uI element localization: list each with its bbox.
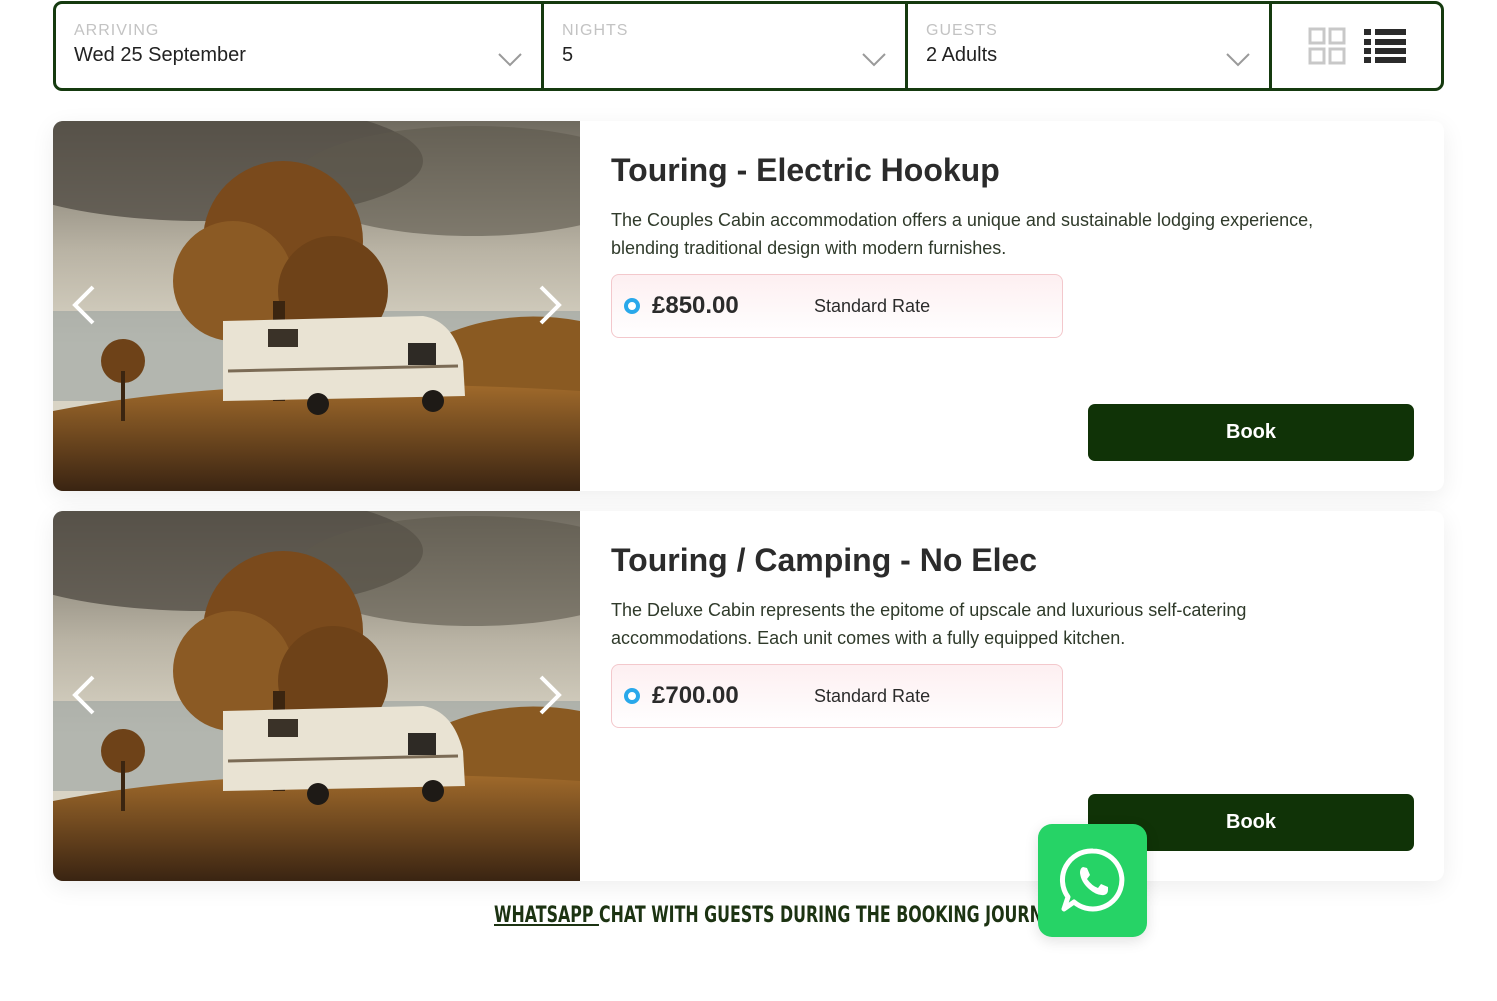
whatsapp-chat-button[interactable] — [1038, 824, 1147, 937]
guests-select[interactable]: GUESTS 2 Adults — [908, 4, 1272, 88]
radio-selected-icon[interactable] — [624, 688, 640, 704]
list-view-button[interactable] — [1364, 29, 1406, 63]
rate-name: Standard Rate — [814, 685, 931, 706]
next-image-arrow[interactable] — [535, 283, 565, 327]
chevron-down-icon — [862, 53, 886, 67]
listing-content: Touring / Camping - No Elec The Deluxe C… — [611, 511, 1414, 881]
guests-label: GUESTS — [926, 22, 998, 39]
whatsapp-link[interactable]: WhatsApp — [494, 903, 599, 928]
search-bar: ARRIVING Wed 25 September NIGHTS 5 GUEST… — [53, 1, 1444, 91]
list-view-icon — [1364, 29, 1406, 63]
arriving-select[interactable]: ARRIVING Wed 25 September — [56, 4, 544, 88]
motorhome-photo — [53, 511, 580, 881]
guests-value: 2 Adults — [926, 44, 998, 66]
listing-title: Touring - Electric Hookup — [611, 152, 1000, 188]
arriving-label: ARRIVING — [74, 22, 160, 39]
listing-title: Touring / Camping - No Elec — [611, 542, 1038, 578]
nights-value: 5 — [562, 44, 574, 66]
view-toggle — [1272, 4, 1441, 88]
whatsapp-icon — [1059, 847, 1124, 911]
listing-photo — [53, 511, 580, 881]
caption-text: chat with guests during the booking jour… — [598, 903, 1066, 928]
rate-price: £700.00 — [652, 682, 739, 709]
listing-description: The Deluxe Cabin represents the epitome … — [611, 600, 1247, 648]
motorhome-photo — [53, 121, 580, 491]
listing-card: Touring / Camping - No Elec The Deluxe C… — [53, 511, 1444, 881]
grid-view-icon — [1308, 27, 1346, 65]
feature-caption: WhatsApp chat with guests during the boo… — [494, 903, 1065, 928]
nights-select[interactable]: NIGHTS 5 — [544, 4, 908, 88]
listing-card: Touring - Electric Hookup The Couples Ca… — [53, 121, 1444, 491]
grid-view-button[interactable] — [1308, 27, 1346, 65]
rate-option[interactable]: £700.00 Standard Rate — [611, 664, 1063, 728]
book-button[interactable]: Book — [1088, 404, 1414, 461]
previous-image-arrow[interactable] — [69, 283, 99, 327]
rate-price: £850.00 — [652, 292, 739, 319]
arriving-value: Wed 25 September — [74, 44, 246, 66]
listing-description: The Couples Cabin accommodation offers a… — [611, 210, 1314, 258]
radio-selected-icon[interactable] — [624, 298, 640, 314]
rate-option[interactable]: £850.00 Standard Rate — [611, 274, 1063, 338]
chevron-down-icon — [1226, 53, 1250, 67]
listing-photo — [53, 121, 580, 491]
listing-content: Touring - Electric Hookup The Couples Ca… — [611, 121, 1414, 491]
nights-label: NIGHTS — [562, 22, 629, 39]
chevron-down-icon — [498, 53, 522, 67]
previous-image-arrow[interactable] — [69, 673, 99, 717]
rate-name: Standard Rate — [814, 295, 931, 316]
next-image-arrow[interactable] — [535, 673, 565, 717]
